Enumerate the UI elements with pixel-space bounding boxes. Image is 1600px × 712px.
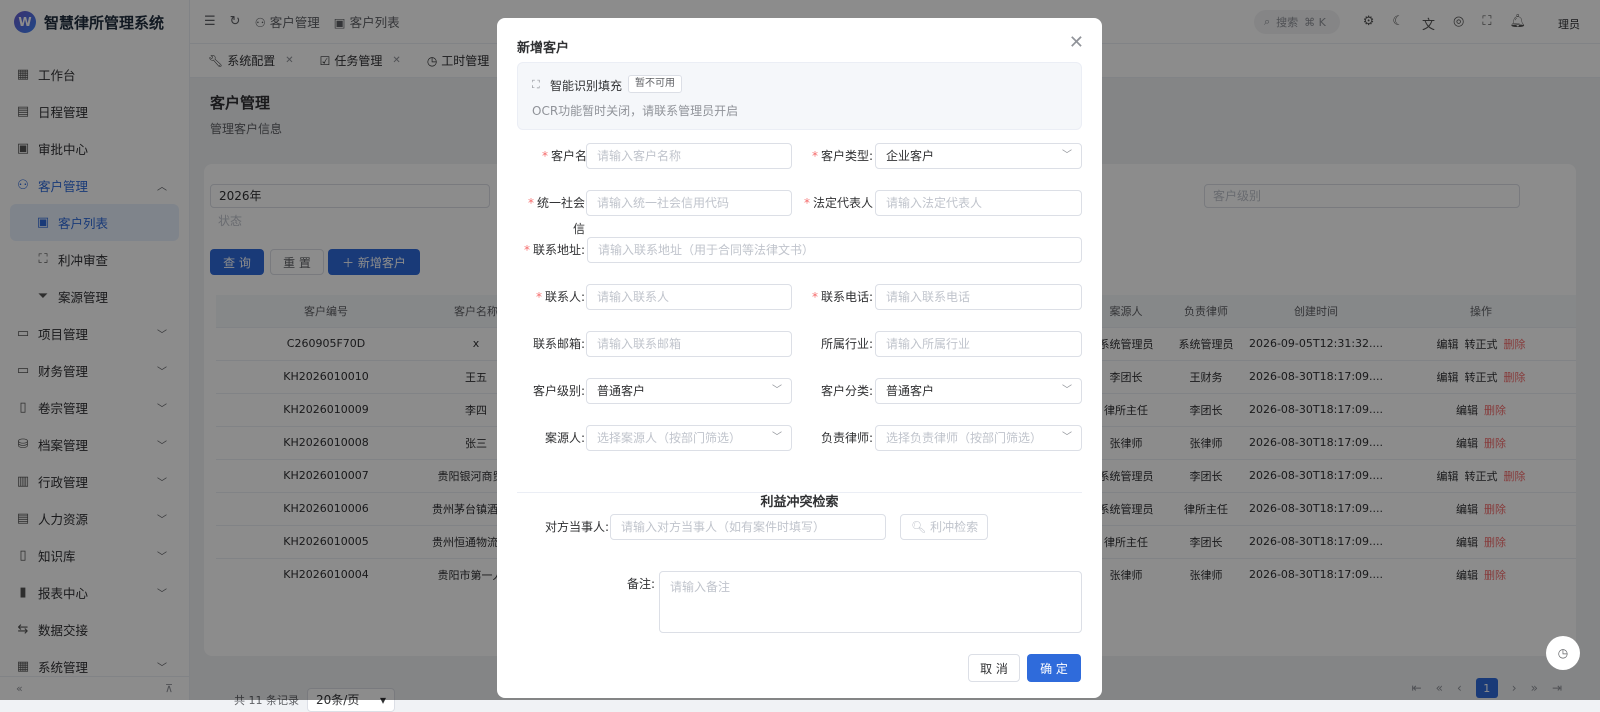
remark-label: 备注: (626, 577, 655, 591)
conflict-check-label: 利冲检索 (930, 520, 979, 534)
phone-label: * 联系电话: (811, 290, 873, 304)
source-person-select[interactable]: 选择案源人（按部门筛选） ﹀ (586, 425, 792, 451)
chevron-down-icon: ﹀ (772, 385, 782, 396)
email-input[interactable]: 请输入联系邮箱 (586, 331, 792, 357)
chevron-down-icon: ﹀ (1062, 385, 1072, 396)
credit-code-label: * 统一社会信 (527, 196, 585, 236)
address-input[interactable]: 请输入联系地址（用于合同等法律文书） (587, 237, 1082, 263)
client-category-value: 普通客户 (886, 384, 935, 398)
client-level-value: 普通客户 (597, 384, 646, 398)
industry-input[interactable]: 请输入所属行业 (875, 331, 1082, 357)
client-level-label: 客户级别: (532, 384, 585, 398)
confirm-button[interactable]: 确 定 (1027, 654, 1081, 682)
client-name-input[interactable]: 请输入客户名称 (586, 143, 792, 169)
close-icon[interactable]: ✕ (1069, 32, 1084, 53)
required-mark: * (535, 290, 542, 304)
conflict-check-button[interactable]: 🔍︎ 利冲检索 (900, 514, 988, 540)
lawyer-placeholder: 选择负责律师（按部门筛选） (886, 431, 1043, 445)
history-icon[interactable]: ◷ (1546, 636, 1580, 670)
opposing-party-label: 对方当事人: (544, 520, 609, 534)
conflict-section-title: 利益冲突检索 (497, 491, 1102, 510)
source-person-placeholder: 选择案源人（按部门筛选） (597, 431, 742, 445)
ocr-title: 智能识别填充 (550, 79, 623, 93)
chevron-down-icon: ﹀ (1062, 432, 1072, 443)
contact-input[interactable]: 请输入联系人 (586, 284, 792, 310)
legal-rep-input[interactable]: 请输入法定代表人 (875, 190, 1082, 216)
industry-label: 所属行业: (820, 337, 873, 351)
add-client-dialog: 新增客户 ✕ ⛶ 智能识别填充 暂不可用 OCR功能暂时关闭，请联系管理员开启 … (497, 18, 1102, 698)
required-mark: * (811, 149, 818, 163)
phone-input[interactable]: 请输入联系电话 (875, 284, 1082, 310)
required-mark: * (803, 196, 810, 210)
required-mark: * (811, 290, 818, 304)
chevron-down-icon: ﹀ (772, 432, 782, 443)
required-mark: * (541, 149, 548, 163)
remark-textarea[interactable]: 请输入备注 (659, 571, 1082, 633)
contact-label: * 联系人: (535, 290, 585, 304)
ocr-status-badge: 暂不可用 (628, 75, 682, 93)
scan-icon: ⛶ (532, 78, 540, 91)
client-type-select[interactable]: 企业客户 ﹀ (875, 143, 1082, 169)
client-type-value: 企业客户 (886, 149, 935, 163)
required-mark: * (523, 243, 530, 257)
email-label: 联系邮箱: (532, 337, 585, 351)
client-type-label: * 客户类型: (811, 149, 873, 163)
search-icon: 🔍︎ (911, 520, 931, 534)
chevron-down-icon: ﹀ (1062, 150, 1072, 161)
source-person-label: 案源人: (544, 431, 585, 445)
credit-code-input[interactable]: 请输入统一社会信用代码 (586, 190, 792, 216)
client-category-select[interactable]: 普通客户 ﹀ (875, 378, 1082, 404)
dialog-title: 新增客户 (517, 41, 570, 56)
client-category-label: 客户分类: (820, 384, 873, 398)
legal-rep-label: * 法定代表人 (803, 196, 873, 210)
ocr-description: OCR功能暂时关闭，请联系管理员开启 (532, 104, 739, 118)
ocr-panel: ⛶ 智能识别填充 暂不可用 OCR功能暂时关闭，请联系管理员开启 (517, 62, 1082, 130)
cancel-button[interactable]: 取 消 (968, 654, 1020, 682)
lawyer-label: 负责律师: (820, 431, 873, 445)
client-level-select[interactable]: 普通客户 ﹀ (586, 378, 792, 404)
app-root: W 智慧律所管理系统 ▦ 工作台 ▤ 日程管理 ▣ 审批中心 ⚇ 客户管理 ︿ ▣ 客户列表… (0, 0, 1600, 712)
required-mark: * (527, 196, 534, 210)
address-label: * 联系地址: (523, 243, 585, 257)
lawyer-select[interactable]: 选择负责律师（按部门筛选） ﹀ (875, 425, 1082, 451)
opposing-party-input[interactable]: 请输入对方当事人（如有案件时填写） (610, 514, 886, 540)
